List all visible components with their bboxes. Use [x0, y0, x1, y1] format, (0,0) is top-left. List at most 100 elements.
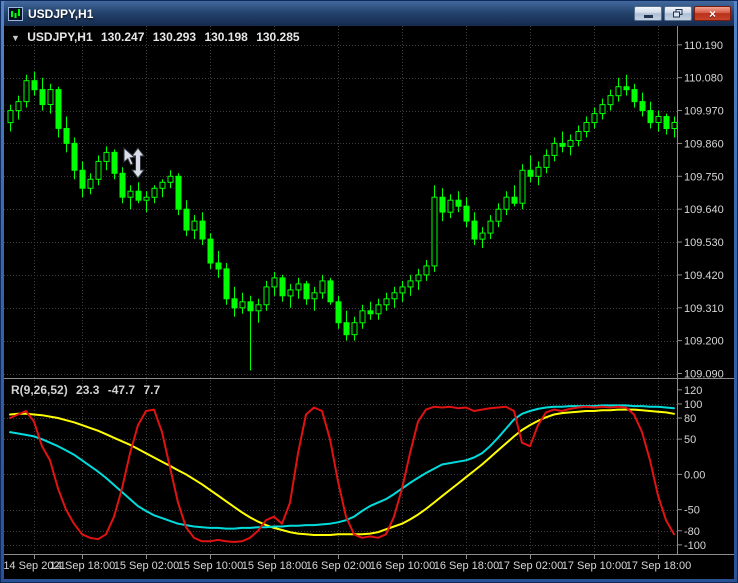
price-axis-label: 109.750: [684, 171, 724, 183]
bear-candle: [223, 268, 230, 300]
time-axis-label: 15 Sep 18:00: [242, 560, 307, 572]
bull-candle: [87, 178, 94, 189]
bull-candle: [255, 304, 262, 312]
bull-candle: [583, 122, 590, 132]
candles-layer: [7, 71, 678, 371]
bull-candle: [479, 232, 486, 240]
bull-candle: [415, 274, 422, 282]
price-axis-label: 109.200: [684, 336, 724, 348]
minimize-button[interactable]: [634, 6, 662, 21]
bull-candle: [599, 104, 606, 115]
mt4-chart-window: USDJPY,H1 × 110.190 110.080 109.970 109.860…: [0, 0, 738, 583]
indicator-line-rci-26: [9, 408, 675, 536]
time-axis-label: 17 Sep 10:00: [562, 560, 627, 572]
bull-candle: [239, 301, 246, 309]
bear-candle: [135, 190, 142, 201]
bear-candle: [663, 116, 670, 129]
close-button[interactable]: ×: [694, 6, 731, 21]
bull-candle: [7, 110, 14, 124]
open-value: 130.247: [100, 30, 145, 44]
grid-layer: [4, 26, 677, 554]
maximize-button[interactable]: [664, 6, 692, 21]
chart-area[interactable]: 110.190 110.080 109.970 109.860 109.750 109.6…: [4, 26, 734, 579]
window-title: USDJPY,H1: [28, 6, 94, 21]
bull-candle: [671, 122, 678, 129]
price-axis-label: 109.860: [684, 138, 724, 150]
restore-icon: [673, 9, 683, 18]
bear-candle: [335, 301, 342, 324]
bull-candle: [23, 80, 30, 103]
indicator-axis-label: 100: [684, 399, 702, 411]
bear-candle: [559, 142, 566, 147]
bear-candle: [279, 277, 286, 297]
price-axis-label: 109.090: [684, 369, 724, 381]
time-axis-label: 15 Sep 02:00: [114, 560, 179, 572]
bull-candle: [47, 89, 54, 105]
minimize-icon: [643, 15, 653, 18]
price-axis-label: 109.970: [684, 106, 724, 118]
bear-candle: [639, 101, 646, 112]
bull-candle: [159, 181, 166, 189]
bull-candle: [447, 199, 454, 213]
bear-candle: [527, 169, 534, 177]
bear-candle: [231, 298, 238, 309]
bull-candle: [551, 142, 558, 156]
bull-candle: [607, 95, 614, 106]
indicator-axis-label: 50: [684, 434, 696, 446]
bull-candle: [127, 190, 134, 198]
time-axis-label: 17 Sep 18:00: [626, 560, 691, 572]
bull-candle: [487, 220, 494, 234]
time-axis-label: 14 Sep 18:00: [50, 560, 115, 572]
bull-candle: [383, 298, 390, 306]
title-bar[interactable]: USDJPY,H1 ×: [4, 1, 734, 26]
time-axis-label: 15 Sep 10:00: [178, 560, 243, 572]
bear-candle: [175, 175, 182, 210]
separators: [4, 26, 734, 559]
bear-candle: [207, 238, 214, 264]
bull-candle: [407, 280, 414, 288]
bull-candle: [143, 196, 150, 201]
bull-candle: [151, 187, 158, 198]
bear-candle: [247, 301, 254, 312]
indicator-axis-label: 80: [684, 413, 696, 425]
bear-candle: [343, 322, 350, 336]
bear-candle: [63, 128, 70, 144]
bear-candle: [71, 142, 78, 171]
bull-candle: [167, 175, 174, 183]
bear-candle: [327, 280, 334, 303]
bull-candle: [263, 286, 270, 306]
indicator-axis-label: -80: [684, 526, 700, 538]
window-icon: [8, 6, 23, 21]
price-axis-label: 109.310: [684, 303, 724, 315]
time-axis-label: 17 Sep 02:00: [498, 560, 563, 572]
indicator-axis-label: -100: [684, 540, 706, 552]
indicator-header: R(9,26,52) 23.3 -47.7 7.7: [11, 383, 165, 397]
bear-candle: [303, 283, 310, 300]
bull-candle: [519, 169, 526, 204]
bull-candle: [503, 196, 510, 210]
bull-candle: [103, 151, 110, 162]
one-click-trading-toggle[interactable]: ▼: [11, 33, 20, 43]
bear-candle: [455, 199, 462, 207]
bear-candle: [55, 89, 62, 129]
time-axis-label: 16 Sep 18:00: [434, 560, 499, 572]
bull-candle: [15, 101, 22, 112]
chart-canvas[interactable]: 110.190 110.080 109.970 109.860 109.750 109.6…: [4, 26, 734, 579]
bull-candle: [543, 154, 550, 168]
bull-candle: [287, 289, 294, 297]
bull-candle: [391, 292, 398, 300]
bear-candle: [511, 196, 518, 204]
indicator-value-1: 23.3: [76, 383, 100, 397]
bull-candle: [351, 322, 358, 336]
bull-candle: [591, 113, 598, 124]
time-axis-label: 16 Sep 02:00: [306, 560, 371, 572]
indicator-value-3: 7.7: [143, 383, 161, 397]
chart-ohlc-header: ▼ USDJPY,H1 130.247 130.293 130.198 130.…: [11, 30, 305, 44]
close-value: 130.285: [256, 30, 300, 44]
bull-candle: [95, 160, 102, 180]
indicator-axis-label: -50: [684, 505, 700, 517]
bull-candle: [655, 116, 662, 123]
indicator-axis-label: 0.00: [684, 469, 705, 481]
bear-candle: [79, 169, 86, 189]
bull-candle: [575, 131, 582, 141]
